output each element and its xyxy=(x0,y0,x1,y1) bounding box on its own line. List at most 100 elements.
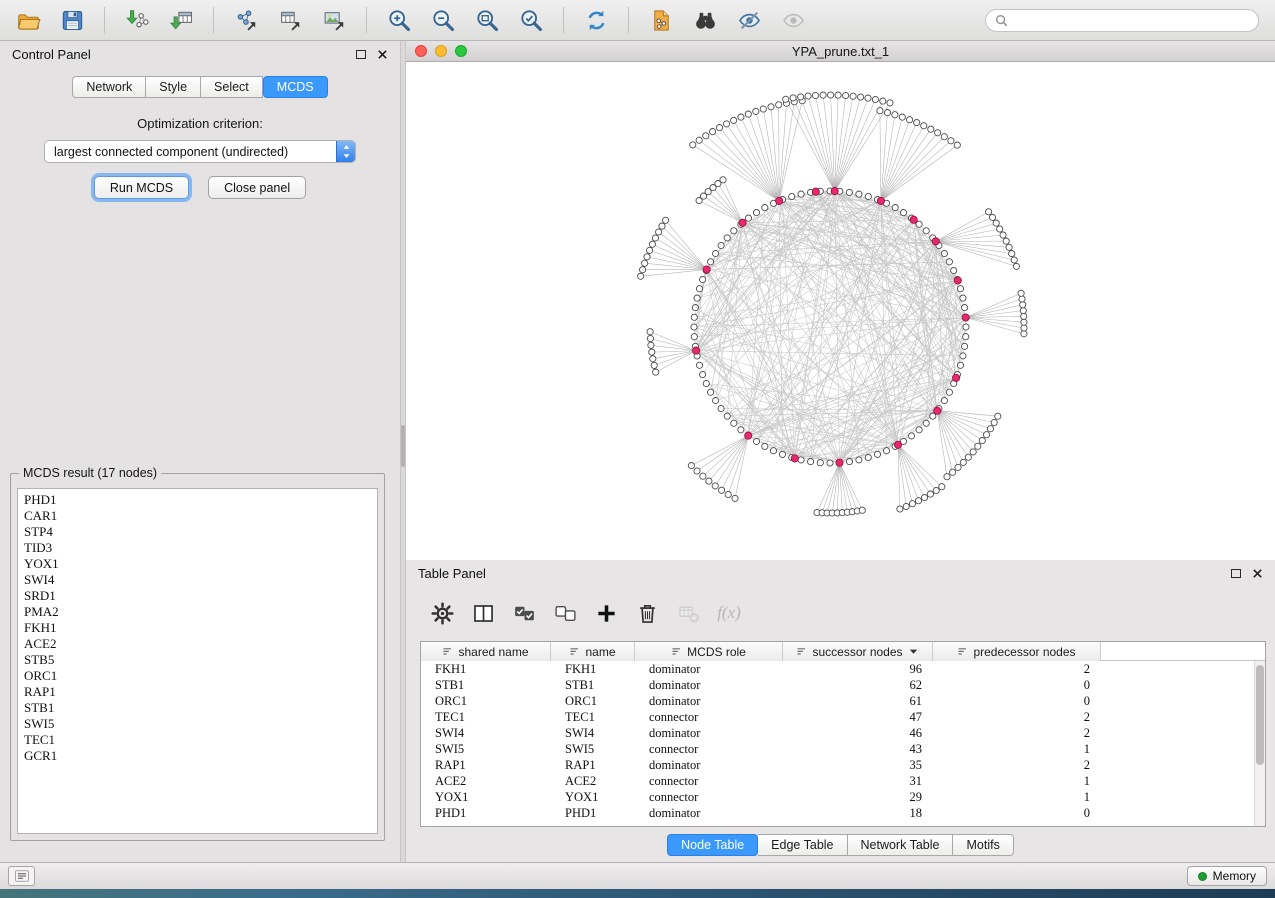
tab-select[interactable]: Select xyxy=(201,76,263,98)
table-panel: Table Panel f(x) shared namenameMCDS rol… xyxy=(406,560,1275,862)
column-header-successor-nodes[interactable]: successor nodes xyxy=(783,642,933,661)
add-column-button[interactable] xyxy=(588,597,624,629)
save-session-button[interactable] xyxy=(54,4,90,36)
cell-successor-nodes: 46 xyxy=(783,725,933,741)
export-network-icon xyxy=(234,8,259,33)
splitter-handle[interactable] xyxy=(401,425,405,467)
column-header-name[interactable]: name xyxy=(551,642,635,661)
table-row[interactable]: ORC1ORC1dominator610 xyxy=(421,693,1265,709)
cell-mcds-role: dominator xyxy=(635,725,783,741)
cell-predecessor-nodes: 2 xyxy=(933,757,1101,773)
column-header-shared-name[interactable]: shared name xyxy=(421,642,551,661)
export-image-button[interactable] xyxy=(316,4,352,36)
memory-button[interactable]: Memory xyxy=(1187,866,1267,886)
table-settings-button[interactable] xyxy=(424,597,460,629)
column-header-predecessor-nodes[interactable]: predecessor nodes xyxy=(933,642,1101,661)
delete-column-button[interactable] xyxy=(629,597,665,629)
cell-predecessor-nodes: 2 xyxy=(933,709,1101,725)
network-canvas[interactable] xyxy=(406,62,1275,560)
table-scrollbar-thumb[interactable] xyxy=(1256,665,1264,765)
mcds-result-item[interactable]: PMA2 xyxy=(24,604,377,620)
mcds-result-item[interactable]: FKH1 xyxy=(24,620,377,636)
cell-name: ORC1 xyxy=(551,693,635,709)
tab-style[interactable]: Style xyxy=(146,76,201,98)
table-row[interactable]: SWI4SWI4dominator462 xyxy=(421,725,1265,741)
mcds-result-item[interactable]: SWI4 xyxy=(24,572,377,588)
cell-name: FKH1 xyxy=(551,661,635,677)
cell-name: RAP1 xyxy=(551,757,635,773)
cell-shared-name: YOX1 xyxy=(421,789,551,805)
mcds-result-item[interactable]: STB5 xyxy=(24,652,377,668)
table-row[interactable]: STB1STB1dominator620 xyxy=(421,677,1265,693)
import-table-disabled-icon xyxy=(676,601,701,626)
mcds-result-item[interactable]: GCR1 xyxy=(24,748,377,764)
close-panel-icon[interactable] xyxy=(1252,568,1263,579)
search-field[interactable] xyxy=(985,9,1259,32)
control-panel: Control Panel NetworkStyleSelectMCDS Opt… xyxy=(0,41,400,862)
table-row[interactable]: FKH1FKH1dominator962 xyxy=(421,661,1265,677)
table-row[interactable]: PHD1PHD1dominator180 xyxy=(421,805,1265,821)
float-panel-icon[interactable] xyxy=(1231,569,1241,578)
import-table-from-file-button[interactable] xyxy=(163,4,199,36)
panels-menu-button[interactable] xyxy=(8,866,35,886)
search-input[interactable] xyxy=(1014,13,1249,27)
tab-mcds[interactable]: MCDS xyxy=(263,76,328,98)
zoom-out-button[interactable] xyxy=(425,4,461,36)
column-header-mcds-role[interactable]: MCDS role xyxy=(635,642,783,661)
show-graphics-details-button[interactable] xyxy=(731,4,767,36)
table-row[interactable]: SWI5SWI5connector431 xyxy=(421,741,1265,757)
mcds-result-item[interactable]: TID3 xyxy=(24,540,377,556)
mcds-result-item[interactable]: ACE2 xyxy=(24,636,377,652)
mcds-result-item[interactable]: STB1 xyxy=(24,700,377,716)
run-mcds-button[interactable]: Run MCDS xyxy=(94,176,189,199)
table-row[interactable]: YOX1YOX1connector291 xyxy=(421,789,1265,805)
zoom-fit-button[interactable] xyxy=(469,4,505,36)
clone-network-button[interactable] xyxy=(643,4,679,36)
zoom-in-button[interactable] xyxy=(381,4,417,36)
column-chooser-button[interactable] xyxy=(465,597,501,629)
mcds-result-list: PHD1CAR1STP4TID3YOX1SWI4SRD1PMA2FKH1ACE2… xyxy=(17,488,378,834)
sort-icon xyxy=(569,646,580,657)
optimization-criterion-label: Optimization criterion: xyxy=(0,116,400,131)
delete-column-icon xyxy=(635,601,660,626)
table-tab-motifs[interactable]: Motifs xyxy=(953,834,1013,856)
export-network-button[interactable] xyxy=(228,4,264,36)
memory-label: Memory xyxy=(1213,869,1256,883)
mcds-result-item[interactable]: SRD1 xyxy=(24,588,377,604)
close-panel-icon[interactable] xyxy=(377,49,388,60)
deselect-all-rows-button[interactable] xyxy=(547,597,583,629)
clone-network-icon xyxy=(649,8,674,33)
table-row[interactable]: RAP1RAP1dominator352 xyxy=(421,757,1265,773)
tab-network[interactable]: Network xyxy=(72,76,146,98)
select-all-rows-button[interactable] xyxy=(506,597,542,629)
optimization-criterion-select[interactable]: largest connected component (undirected) xyxy=(44,140,356,163)
mcds-result-item[interactable]: YOX1 xyxy=(24,556,377,572)
export-table-button[interactable] xyxy=(272,4,308,36)
cell-predecessor-nodes: 0 xyxy=(933,677,1101,693)
table-row[interactable]: ACE2ACE2connector311 xyxy=(421,773,1265,789)
mcds-result-item[interactable]: SWI5 xyxy=(24,716,377,732)
import-network-from-file-button[interactable] xyxy=(119,4,155,36)
mcds-result-item[interactable]: PHD1 xyxy=(24,492,377,508)
mcds-result-item[interactable]: CAR1 xyxy=(24,508,377,524)
refresh-button[interactable] xyxy=(578,4,614,36)
table-tab-edge-table[interactable]: Edge Table xyxy=(758,834,847,856)
table-tab-node-table[interactable]: Node Table xyxy=(667,834,758,856)
table-row[interactable]: TEC1TEC1connector472 xyxy=(421,709,1265,725)
zoom-selected-button[interactable] xyxy=(513,4,549,36)
table-tab-network-table[interactable]: Network Table xyxy=(848,834,954,856)
first-neighbors-button[interactable] xyxy=(687,4,723,36)
mcds-result-item[interactable]: TEC1 xyxy=(24,732,377,748)
mcds-result-item[interactable]: RAP1 xyxy=(24,684,377,700)
mcds-result-item[interactable]: STP4 xyxy=(24,524,377,540)
table-scrollbar[interactable] xyxy=(1254,661,1265,826)
cell-predecessor-nodes: 0 xyxy=(933,805,1101,821)
float-panel-icon[interactable] xyxy=(356,50,366,59)
zoom-selected-icon xyxy=(519,8,544,33)
application-window: Control Panel NetworkStyleSelectMCDS Opt… xyxy=(0,0,1275,889)
mcds-result-item[interactable]: ORC1 xyxy=(24,668,377,684)
close-panel-button[interactable]: Close panel xyxy=(208,176,306,199)
cell-name: YOX1 xyxy=(551,789,635,805)
open-session-button[interactable] xyxy=(10,4,46,36)
refresh-icon xyxy=(584,8,609,33)
